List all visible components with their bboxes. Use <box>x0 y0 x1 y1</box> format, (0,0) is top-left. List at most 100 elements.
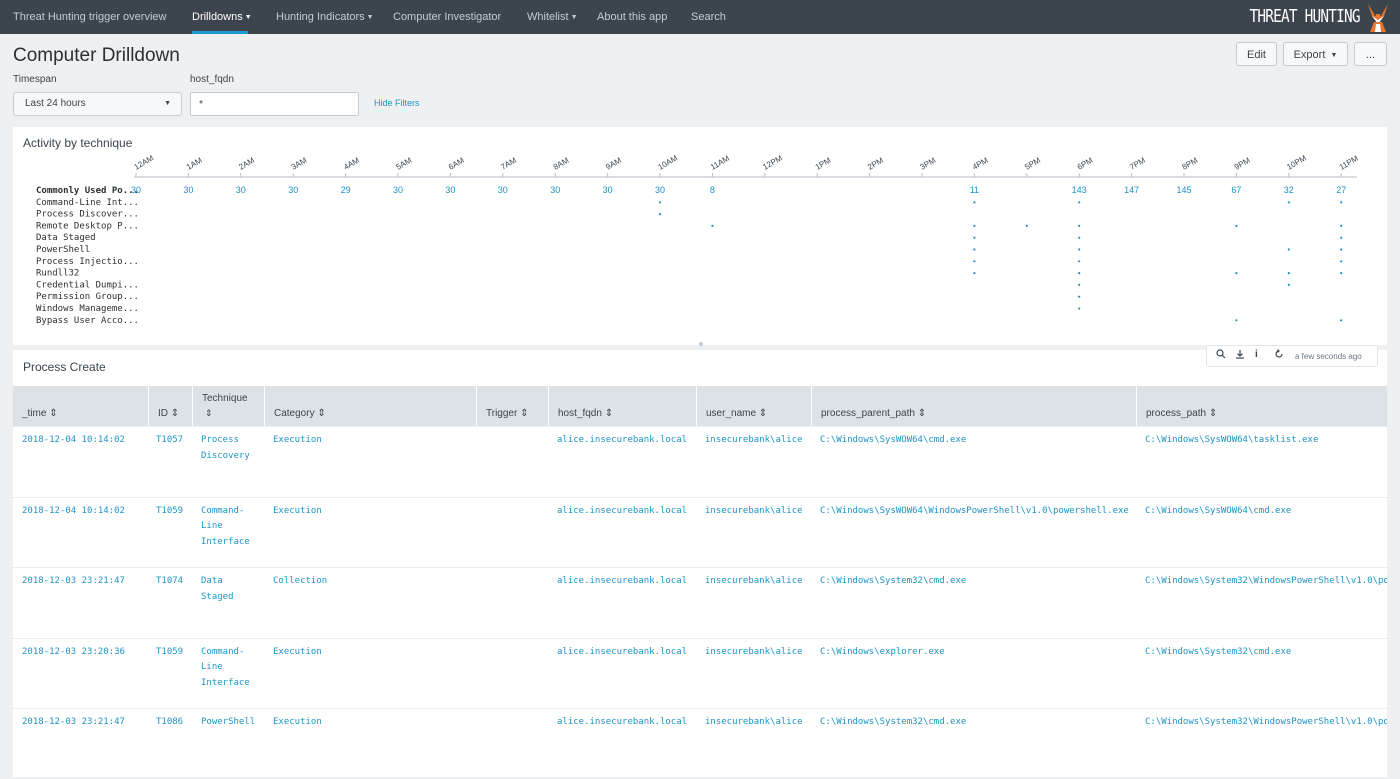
cell-technique[interactable]: Process Discovery <box>201 433 257 464</box>
activity-count-label[interactable]: 30 <box>393 185 403 195</box>
activity-marker[interactable] <box>1340 236 1343 239</box>
activity-marker[interactable] <box>1340 319 1343 322</box>
activity-count-label[interactable]: 30 <box>655 185 665 195</box>
cell-user-name[interactable]: insecurebank\alice <box>705 433 803 449</box>
activity-marker[interactable] <box>1340 260 1343 263</box>
activity-marker[interactable] <box>1078 307 1081 310</box>
cell-host-fqdn[interactable]: alice.insecurebank.local <box>557 574 687 590</box>
activity-count-label[interactable]: 30 <box>550 185 560 195</box>
activity-count-label[interactable]: 147 <box>1124 185 1139 195</box>
cell-category[interactable]: Execution <box>273 645 322 661</box>
activity-marker[interactable] <box>1078 248 1081 251</box>
activity-count-label[interactable]: 29 <box>341 185 351 195</box>
activity-count-label[interactable]: 67 <box>1231 185 1241 195</box>
cell-category[interactable]: Collection <box>273 574 327 590</box>
download-icon[interactable] <box>1235 349 1245 362</box>
activity-marker[interactable] <box>1078 260 1081 263</box>
cell-user-name[interactable]: insecurebank\alice <box>705 715 803 731</box>
activity-count-label[interactable]: 32 <box>1284 185 1294 195</box>
cell-host-fqdn[interactable]: alice.insecurebank.local <box>557 433 687 449</box>
column-header-user-name[interactable]: user_name ⇕ <box>696 386 811 426</box>
activity-marker[interactable] <box>658 201 662 204</box>
refresh-icon[interactable] <box>1274 349 1284 362</box>
column-header-process-parent-path[interactable]: process_parent_path ⇕ <box>811 386 1136 426</box>
activity-count-label[interactable]: 11 <box>970 185 979 195</box>
cell-technique[interactable]: Command-Line Interface <box>201 504 257 551</box>
activity-marker[interactable] <box>973 248 976 251</box>
cell-time[interactable]: 2018-12-04 10:14:02 <box>22 433 125 449</box>
activity-marker[interactable] <box>1025 224 1028 227</box>
cell-category[interactable]: Execution <box>273 715 322 731</box>
activity-marker[interactable] <box>1340 224 1343 227</box>
cell-time[interactable]: 2018-12-03 23:21:47 <box>22 574 125 590</box>
activity-marker[interactable] <box>973 224 976 227</box>
activity-marker[interactable] <box>1078 201 1081 204</box>
column-header-category[interactable]: Category ⇕ <box>264 386 476 426</box>
activity-marker[interactable] <box>1078 224 1081 227</box>
cell-time[interactable]: 2018-12-03 23:20:36 <box>22 645 125 661</box>
activity-marker[interactable] <box>1340 248 1343 251</box>
cell-id[interactable]: T1074 <box>156 574 183 590</box>
column-header-host-fqdn[interactable]: host_fqdn ⇕ <box>548 386 696 426</box>
activity-count-label[interactable]: 143 <box>1072 185 1087 195</box>
activity-count-label[interactable]: 30 <box>131 185 141 195</box>
search-icon[interactable] <box>1216 349 1226 362</box>
activity-marker[interactable] <box>973 201 976 204</box>
cell-user-name[interactable]: insecurebank\alice <box>705 645 803 661</box>
activity-count-label[interactable]: 145 <box>1176 185 1191 195</box>
activity-marker[interactable] <box>1235 319 1238 322</box>
activity-marker[interactable] <box>1078 236 1081 239</box>
cell-process-parent-path[interactable]: C:\Windows\System32\cmd.exe <box>820 715 966 731</box>
activity-count-label[interactable]: 30 <box>288 185 298 195</box>
cell-process-parent-path[interactable]: C:\Windows\explorer.exe <box>820 645 945 661</box>
activity-count-label[interactable]: 30 <box>603 185 613 195</box>
cell-process-path[interactable]: C:\Windows\System32\WindowsPowerShell\v1… <box>1145 715 1387 731</box>
activity-count-label[interactable]: 30 <box>445 185 455 195</box>
activity-marker[interactable] <box>1078 283 1081 286</box>
cell-process-path[interactable]: C:\Windows\System32\WindowsPowerShell\v1… <box>1145 574 1387 590</box>
cell-host-fqdn[interactable]: alice.insecurebank.local <box>557 645 687 661</box>
activity-marker[interactable] <box>1287 283 1290 286</box>
cell-id[interactable]: T1086 <box>156 715 183 731</box>
column-header-id[interactable]: ID ⇕ <box>148 386 192 426</box>
cell-process-path[interactable]: C:\Windows\SysWOW64\cmd.exe <box>1145 504 1291 520</box>
cell-process-parent-path[interactable]: C:\Windows\SysWOW64\WindowsPowerShell\v1… <box>820 504 1129 520</box>
activity-marker[interactable] <box>711 224 714 227</box>
cell-id[interactable]: T1059 <box>156 645 183 661</box>
column-header-trigger[interactable]: Trigger ⇕ <box>476 386 548 426</box>
resize-handle[interactable] <box>699 342 703 346</box>
activity-marker[interactable] <box>1287 201 1290 204</box>
cell-process-path[interactable]: C:\Windows\System32\cmd.exe <box>1145 645 1291 661</box>
activity-marker[interactable] <box>973 236 976 239</box>
cell-technique[interactable]: Data Staged <box>201 574 257 605</box>
cell-user-name[interactable]: insecurebank\alice <box>705 574 803 590</box>
cell-user-name[interactable]: insecurebank\alice <box>705 504 803 520</box>
cell-process-parent-path[interactable]: C:\Windows\SysWOW64\cmd.exe <box>820 433 966 449</box>
activity-marker[interactable] <box>1235 272 1238 275</box>
activity-marker[interactable] <box>973 260 976 263</box>
activity-marker[interactable] <box>1235 224 1238 227</box>
column-header-technique[interactable]: Technique ⇕ <box>192 386 264 426</box>
column-header-process-path[interactable]: process_path ⇕ <box>1136 386 1387 426</box>
cell-id[interactable]: T1057 <box>156 433 183 449</box>
activity-marker[interactable] <box>1287 272 1290 275</box>
cell-technique[interactable]: Command-Line Interface <box>201 645 257 692</box>
cell-id[interactable]: T1059 <box>156 504 183 520</box>
cell-host-fqdn[interactable]: alice.insecurebank.local <box>557 715 687 731</box>
activity-count-label[interactable]: 30 <box>183 185 193 195</box>
activity-marker[interactable] <box>658 213 662 216</box>
activity-count-label[interactable]: 27 <box>1336 185 1346 195</box>
cell-technique[interactable]: PowerShell <box>201 715 257 731</box>
activity-marker[interactable] <box>1340 201 1343 204</box>
activity-marker[interactable] <box>1340 272 1343 275</box>
column-header-time[interactable]: _time ⇕ <box>13 386 148 426</box>
cell-time[interactable]: 2018-12-03 23:21:47 <box>22 715 125 731</box>
cell-process-parent-path[interactable]: C:\Windows\System32\cmd.exe <box>820 574 966 590</box>
activity-marker[interactable] <box>1078 295 1081 298</box>
activity-marker[interactable] <box>1287 248 1290 251</box>
activity-marker[interactable] <box>1078 272 1081 275</box>
activity-count-label[interactable]: 30 <box>236 185 246 195</box>
cell-time[interactable]: 2018-12-04 10:14:02 <box>22 504 125 520</box>
info-icon[interactable]: i <box>1255 349 1258 360</box>
activity-count-label[interactable]: 8 <box>710 185 715 195</box>
